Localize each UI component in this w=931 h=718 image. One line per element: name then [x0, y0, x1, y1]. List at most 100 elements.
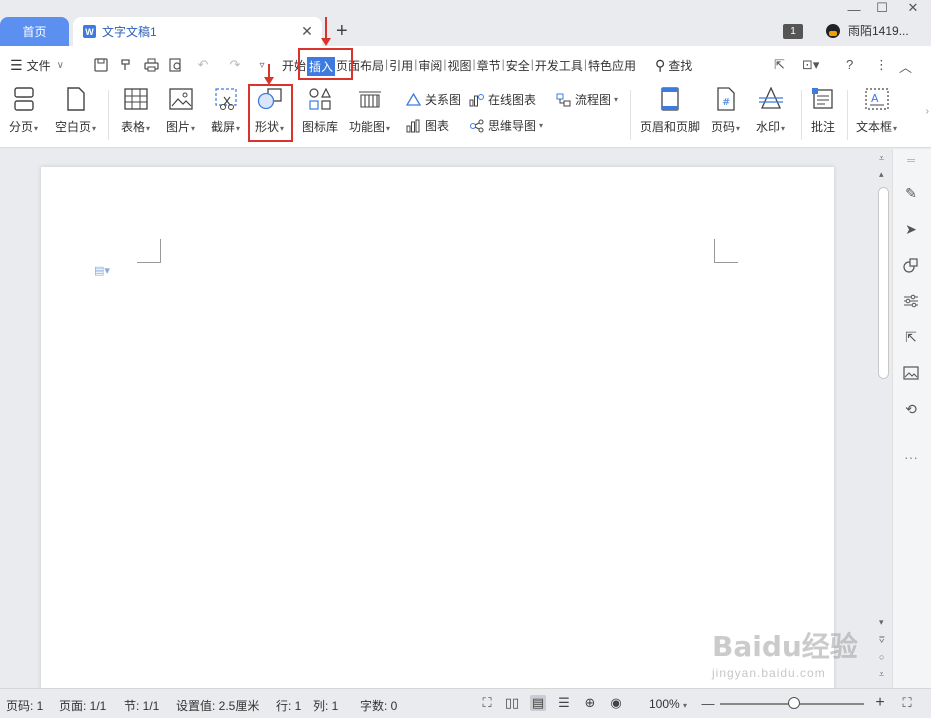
- flowchart-button[interactable]: 流程图 ▾: [555, 91, 618, 108]
- table-button[interactable]: 表格▾: [121, 86, 150, 135]
- zoom-value: 100%: [649, 697, 680, 711]
- tab-references[interactable]: 引用: [388, 57, 414, 76]
- undo-icon[interactable]: ↶: [194, 56, 212, 74]
- document-canvas[interactable]: ▤▾: [0, 149, 876, 688]
- watermark-label: 水印: [756, 120, 781, 134]
- picture-button[interactable]: 图片▾: [166, 86, 195, 135]
- online-chart-button[interactable]: 在线图表: [468, 91, 536, 108]
- screenshot-icon: [213, 86, 239, 112]
- collapse-ribbon-icon[interactable]: ︿: [899, 57, 912, 76]
- document-page[interactable]: ▤▾: [41, 167, 834, 688]
- close-tab-icon[interactable]: ✕: [300, 24, 314, 38]
- read-mode-icon[interactable]: ▯▯: [504, 695, 520, 711]
- fit-page-icon[interactable]: ⛶: [899, 695, 915, 711]
- next-page-icon[interactable]: ⩡: [879, 669, 884, 680]
- fullscreen-icon[interactable]: ⛶: [479, 695, 495, 711]
- user-name: 雨陌1419...: [848, 24, 909, 38]
- share-export-icon[interactable]: ⇱: [901, 327, 921, 347]
- relation-chart-icon: [405, 92, 421, 108]
- comment-button[interactable]: 批注: [810, 86, 836, 135]
- relation-chart-button[interactable]: 关系图: [405, 91, 461, 108]
- ribbon-divider: [847, 90, 848, 140]
- page-view-icon[interactable]: ▤: [530, 695, 546, 711]
- settings-sliders-icon[interactable]: [901, 291, 921, 311]
- chart-button[interactable]: 图表: [405, 117, 449, 134]
- tab-special-apps[interactable]: 特色应用: [587, 57, 637, 76]
- zoom-in-icon[interactable]: +: [872, 694, 888, 711]
- status-word-count[interactable]: 字数: 0: [360, 697, 397, 714]
- share-icon[interactable]: ⇱: [774, 57, 785, 73]
- status-page-number[interactable]: 页码: 1: [6, 697, 43, 714]
- print-preview-icon[interactable]: [167, 56, 185, 74]
- function-chart-button[interactable]: 功能图▾: [349, 86, 390, 135]
- insert-tab-arrow: [321, 17, 331, 46]
- redo-icon[interactable]: ↷: [226, 56, 244, 74]
- status-row[interactable]: 行: 1: [276, 697, 301, 714]
- status-pages[interactable]: 页面: 1/1: [59, 697, 106, 714]
- svg-text:#: #: [722, 97, 730, 108]
- outline-view-icon[interactable]: ☰: [556, 695, 572, 711]
- eye-protection-icon[interactable]: ◉: [608, 695, 624, 711]
- header-footer-button[interactable]: 页眉和页脚: [640, 86, 700, 135]
- vertical-scrollbar[interactable]: ⩡ ▴ ▾ ⩢ ○ ⩡: [876, 149, 892, 688]
- ribbon-scroll-right-icon[interactable]: ›: [926, 106, 929, 117]
- panel-handle-icon[interactable]: ═: [901, 151, 921, 171]
- scroll-up-icon[interactable]: ▴: [879, 169, 884, 180]
- file-menu[interactable]: ☰ 文件 ∨: [10, 57, 64, 74]
- zoom-level[interactable]: 100% ▾: [649, 697, 687, 711]
- prev-page-icon[interactable]: ⩢: [879, 635, 884, 646]
- page-break-button[interactable]: 分页▾: [9, 86, 38, 135]
- status-column[interactable]: 列: 1: [313, 697, 338, 714]
- screenshot-button[interactable]: 截屏▾: [211, 86, 240, 135]
- tab-section[interactable]: 章节: [476, 57, 502, 76]
- new-tab-button[interactable]: +: [336, 20, 348, 42]
- more-options-icon[interactable]: ⋮: [875, 57, 888, 73]
- window-close-icon[interactable]: ✕: [903, 0, 923, 16]
- paragraph-options-icon[interactable]: ▤▾: [94, 264, 110, 277]
- status-bar: 页码: 1 页面: 1/1 节: 1/1 设置值: 2.5厘米 行: 1 列: …: [0, 688, 931, 718]
- tab-security[interactable]: 安全: [505, 57, 531, 76]
- svg-text:A: A: [871, 92, 879, 105]
- text-box-button[interactable]: A 文本框▾: [856, 86, 897, 135]
- zoom-slider-thumb[interactable]: [788, 697, 800, 709]
- web-view-icon[interactable]: ⊕: [582, 695, 598, 711]
- page-break-label: 分页: [9, 120, 34, 134]
- format-painter-icon[interactable]: [117, 56, 135, 74]
- maximize-icon[interactable]: ☐: [872, 0, 892, 16]
- window-count-badge[interactable]: 1: [783, 24, 803, 39]
- help-icon[interactable]: ?: [846, 57, 853, 72]
- select-cursor-icon[interactable]: ➤: [901, 219, 921, 239]
- minimize-icon[interactable]: —: [844, 2, 864, 17]
- scroll-down-icon[interactable]: ▾: [879, 617, 884, 628]
- tab-review[interactable]: 审阅: [417, 57, 443, 76]
- save-icon[interactable]: [92, 56, 110, 74]
- status-setting-value[interactable]: 设置值: 2.5厘米: [176, 697, 259, 714]
- history-icon[interactable]: ⟲: [901, 399, 921, 419]
- tab-developer[interactable]: 开发工具: [534, 57, 584, 76]
- select-browse-icon[interactable]: ○: [879, 652, 884, 662]
- mind-map-button[interactable]: 思维导图 ▾: [468, 117, 543, 134]
- zoom-out-icon[interactable]: —: [700, 695, 716, 711]
- print-icon[interactable]: [142, 56, 160, 74]
- collaboration-icon[interactable]: ⊡▾: [802, 57, 819, 73]
- mind-map-icon: [468, 118, 484, 134]
- ribbon-divider: [801, 90, 802, 140]
- watermark-button[interactable]: 水印▾: [756, 86, 785, 135]
- tab-document[interactable]: W 文字文稿1 ✕: [73, 17, 322, 46]
- blank-page-button[interactable]: 空白页▾: [55, 86, 96, 135]
- watermark-icon: [758, 86, 784, 112]
- tab-view[interactable]: 视图: [446, 57, 472, 76]
- search-button[interactable]: ⚲ 查找: [655, 57, 692, 74]
- edit-pen-icon[interactable]: ✎: [901, 183, 921, 203]
- status-section[interactable]: 节: 1/1: [124, 697, 159, 714]
- page-number-button[interactable]: # 页码▾: [711, 86, 740, 135]
- scrollbar-thumb[interactable]: [878, 187, 889, 379]
- tab-home[interactable]: 首页: [0, 17, 69, 46]
- more-panel-icon[interactable]: ···: [901, 447, 921, 467]
- user-account[interactable]: 雨陌1419...: [826, 22, 909, 39]
- icon-library-button[interactable]: 图标库: [302, 86, 338, 135]
- page-break-icon: [11, 86, 37, 112]
- scroll-top-icon[interactable]: ⩡: [879, 153, 884, 164]
- image-panel-icon[interactable]: [901, 363, 921, 383]
- shapes-panel-icon[interactable]: [901, 255, 921, 275]
